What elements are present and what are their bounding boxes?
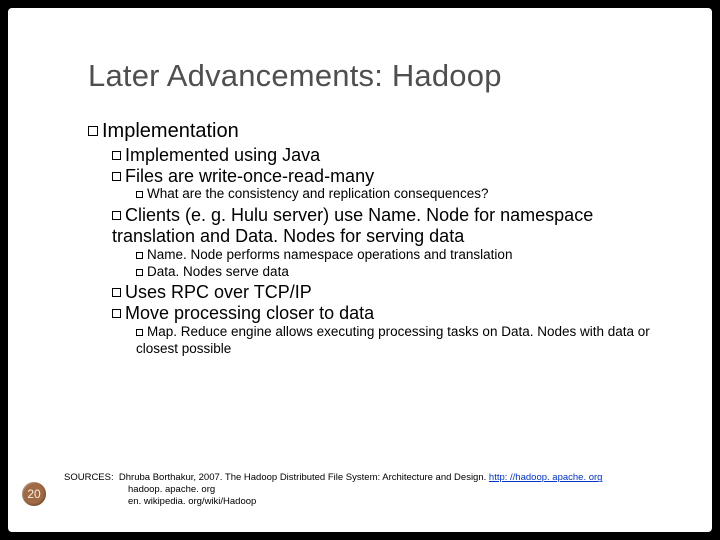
bullet-l2: Uses RPC over TCP/IP: [112, 282, 672, 303]
bullet-text: Uses RPC over TCP/IP: [125, 282, 312, 302]
source-line: en. wikipedia. org/wiki/Hadoop: [128, 496, 692, 508]
source-line: hadoop. apache. org: [128, 484, 692, 496]
bullet-text: Name. Node performs namespace operations…: [147, 247, 512, 262]
slide-title: Later Advancements: Hadoop: [88, 58, 502, 94]
square-bullet-icon: [112, 309, 121, 318]
bullet-text: Data. Nodes serve data: [147, 264, 289, 279]
bullet-text: Implementation: [102, 120, 239, 142]
bullet-l2: Files are write-once-read-many: [112, 166, 672, 187]
square-bullet-icon: [136, 252, 143, 259]
source-link[interactable]: http: //hadoop. apache. org: [489, 472, 603, 483]
bullet-l2: Clients (e. g. Hulu server) use Name. No…: [112, 205, 672, 246]
square-bullet-icon: [112, 151, 121, 160]
bullet-l1: Implementation: [88, 120, 672, 143]
square-bullet-icon: [136, 329, 143, 336]
square-bullet-icon: [112, 288, 121, 297]
square-bullet-icon: [112, 172, 121, 181]
bullet-l3: Map. Reduce engine allows executing proc…: [136, 324, 672, 358]
sources-label: SOURCES:: [64, 472, 114, 484]
bullet-text: Files are write-once-read-many: [125, 166, 374, 186]
bullet-text: Move processing closer to data: [125, 303, 374, 323]
bullet-l2: Implemented using Java: [112, 145, 672, 166]
page-number-badge: 20: [22, 482, 46, 506]
square-bullet-icon: [112, 211, 121, 220]
square-bullet-icon: [136, 269, 143, 276]
slide-body: Implementation Implemented using Java Fi…: [88, 120, 672, 358]
slide: Later Advancements: Hadoop Implementatio…: [8, 8, 712, 532]
bullet-l3: What are the consistency and replication…: [136, 186, 672, 203]
bullet-l2: Move processing closer to data: [112, 303, 672, 324]
square-bullet-icon: [88, 126, 98, 136]
bullet-text: Implemented using Java: [125, 145, 320, 165]
source-line: Dhruba Borthakur, 2007. The Hadoop Distr…: [119, 472, 489, 483]
bullet-text: What are the consistency and replication…: [147, 186, 488, 201]
square-bullet-icon: [136, 191, 143, 198]
bullet-text: Map. Reduce engine allows executing proc…: [136, 324, 650, 356]
bullet-text: Clients (e. g. Hulu server) use Name. No…: [112, 205, 593, 246]
sources-block: SOURCES: Dhruba Borthakur, 2007. The Had…: [64, 472, 692, 508]
bullet-l3: Name. Node performs namespace operations…: [136, 247, 672, 264]
bullet-l3: Data. Nodes serve data: [136, 264, 672, 281]
